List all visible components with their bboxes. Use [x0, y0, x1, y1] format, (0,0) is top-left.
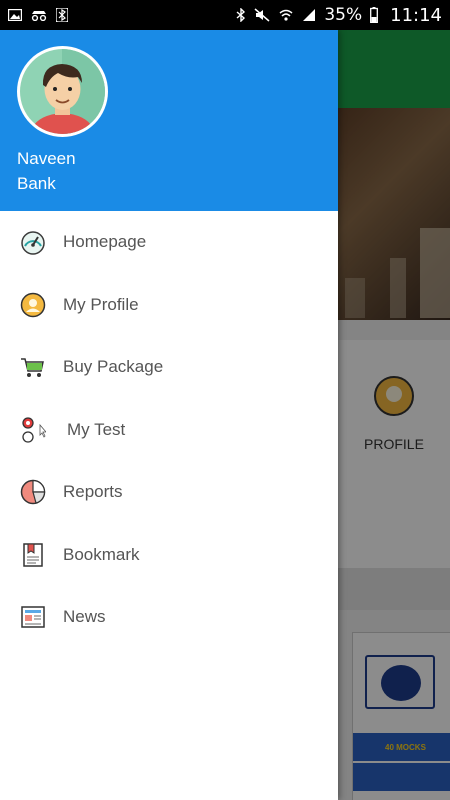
mute-icon — [254, 8, 270, 22]
bluetooth-icon — [236, 8, 246, 22]
profile-icon — [20, 292, 46, 318]
newspaper-icon — [20, 604, 46, 630]
menu-item-label: My Profile — [63, 294, 139, 314]
menu-item-reports[interactable]: Reports — [0, 461, 338, 524]
incognito-notification-icon — [31, 11, 47, 21]
menu-item-bookmark[interactable]: Bookmark — [0, 524, 338, 587]
drawer-header: Naveen Bank — [0, 30, 338, 211]
navigation-drawer: Naveen Bank Homepage My Profile Buy Pack… — [0, 30, 338, 800]
signal-icon — [303, 9, 316, 21]
speedometer-icon — [20, 229, 46, 255]
status-bar: 35% 11:14 — [0, 0, 450, 30]
bluetooth-notification-icon — [56, 8, 68, 22]
menu-item-label: Reports — [63, 482, 123, 502]
shopping-cart-icon — [20, 354, 46, 380]
menu-item-my-test[interactable]: My Test — [0, 399, 338, 462]
bookmark-icon — [20, 542, 46, 568]
battery-icon — [370, 7, 379, 23]
menu-item-label: News — [63, 607, 106, 627]
menu-item-label: My Test — [67, 419, 126, 439]
avatar[interactable] — [17, 46, 108, 137]
battery-percent: 35% — [324, 5, 363, 25]
drawer-menu: Homepage My Profile Buy Package My Test … — [0, 211, 338, 649]
menu-item-my-profile[interactable]: My Profile — [0, 274, 338, 337]
menu-item-buy-package[interactable]: Buy Package — [0, 336, 338, 399]
test-icon — [20, 417, 46, 443]
menu-item-label: Bookmark — [63, 544, 140, 564]
menu-item-homepage[interactable]: Homepage — [0, 211, 338, 274]
menu-item-label: Buy Package — [63, 357, 164, 377]
menu-item-label: Homepage — [63, 232, 147, 252]
status-bar-right: 35% 11:14 — [236, 5, 442, 26]
gallery-notification-icon — [8, 9, 22, 21]
avatar-icon — [20, 49, 105, 134]
status-bar-left — [8, 8, 68, 22]
menu-item-news[interactable]: News — [0, 586, 338, 649]
wifi-icon — [279, 9, 293, 21]
pie-chart-icon — [20, 479, 46, 505]
clock: 11:14 — [390, 4, 442, 26]
user-name: Naveen Bank — [17, 149, 76, 193]
